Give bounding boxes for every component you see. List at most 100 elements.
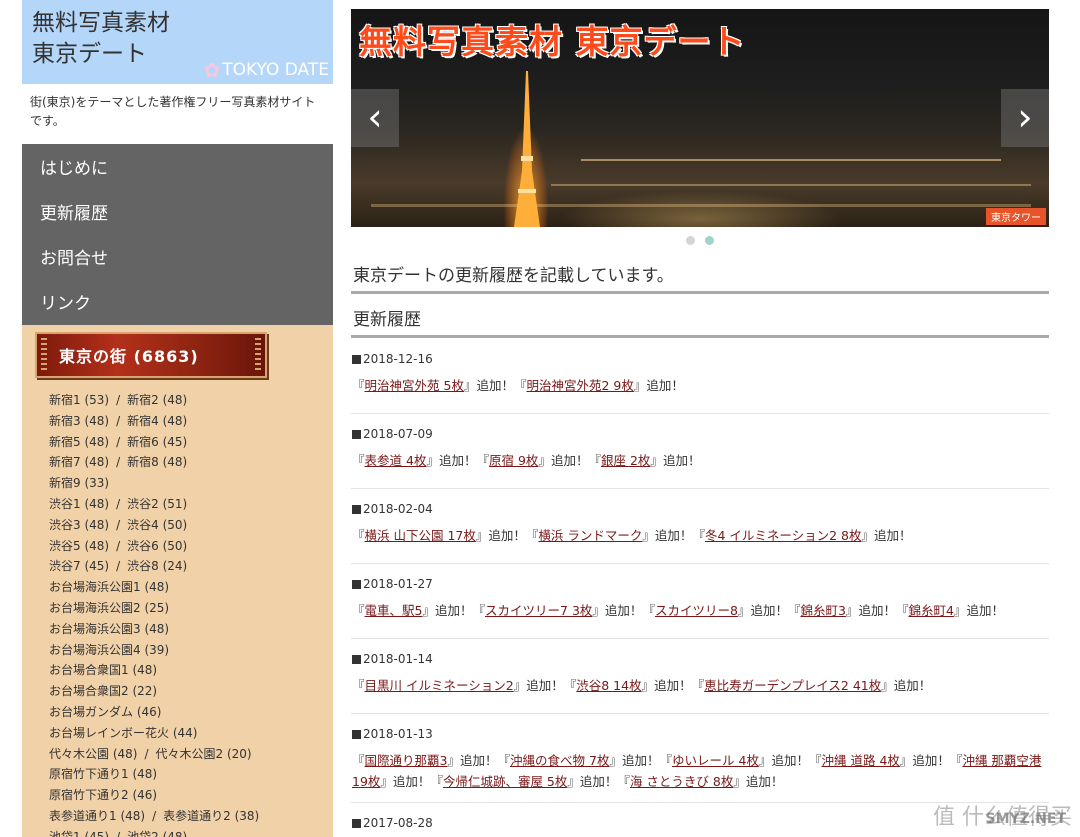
category-link[interactable]: 新宿8 (48) [127,455,187,469]
update-link[interactable]: 表参道 4枚 [365,453,427,468]
nav-item-intro[interactable]: はじめに [22,149,333,194]
category-link[interactable]: 新宿5 (48) [49,435,109,449]
update-suffix: 追加！ [858,603,896,618]
category-link[interactable]: お台場海浜公園1 (48) [49,580,169,594]
update-link[interactable]: 冬4 イルミネーション2 8枚 [705,528,862,543]
category-link[interactable]: 新宿4 (48) [127,414,187,428]
nav-item-contact[interactable]: お問合せ [22,239,333,284]
category-link[interactable]: 渋谷6 (50) [127,539,187,553]
category-link[interactable]: 表参道通り1 (48) [49,809,145,823]
slide-title: 無料写真素材 東京デート [359,22,746,61]
category-list: 新宿1 (53) / 新宿2 (48) 新宿3 (48) / 新宿4 (48) 新宿5 (4… [22,390,333,837]
category-row: 新宿1 (53) / 新宿2 (48) [49,390,333,411]
separator: / [144,746,149,761]
update-suffix: 追加！ [912,753,950,768]
category-link[interactable]: 渋谷4 (50) [127,518,187,532]
main-nav: はじめに 更新履歴 お問合せ リンク [22,144,333,325]
update-list: 2018-12-16 『明治神宮外苑 5枚』追加！『明治神宮外苑2 9枚』追加！ 2… [351,339,1049,837]
update-suffix: 追加！ [966,603,1004,618]
update-body: 『国際通り那覇3』追加！『沖縄の食べ物 7枚』追加！『ゆいレール 4枚』追加！『… [352,753,1042,789]
category-link[interactable]: 新宿2 (48) [127,393,187,407]
category-link[interactable]: 渋谷8 (24) [127,559,187,573]
update-link[interactable]: 海 さとうきび 8枚 [630,774,733,789]
update-entry: 2018-07-09 『表参道 4枚』追加！『原宿 9枚』追加！『銀座 2枚』追加… [351,414,1049,489]
slider-next-button[interactable]: › [1001,89,1049,147]
category-link[interactable]: 渋谷2 (51) [127,497,187,511]
category-link[interactable]: 池袋2 (48) [127,830,187,837]
update-date-text: 2018-12-16 [363,352,433,366]
category-link[interactable]: 渋谷1 (48) [49,497,109,511]
update-link[interactable]: 電車、駅5 [365,603,423,618]
category-link[interactable]: 新宿3 (48) [49,414,109,428]
update-link[interactable]: 原宿 9枚 [489,453,538,468]
update-link[interactable]: 横浜 ランドマーク [538,528,642,543]
update-date-text: 2018-02-04 [363,502,433,516]
update-link[interactable]: ゆいレール 4枚 [672,753,759,768]
update-link[interactable]: 恵比寿ガーデンプレイス2 41枚 [704,678,881,693]
category-link[interactable]: お台場合衆国2 (22) [49,684,157,698]
update-link[interactable]: 今帰仁城跡、審屋 5枚 [443,774,567,789]
category-link[interactable]: 新宿6 (45) [127,435,187,449]
category-link[interactable]: 池袋1 (45) [49,830,109,837]
update-link[interactable]: 沖縄 道路 4枚 [822,753,900,768]
category-row: 新宿5 (48) / 新宿6 (45) [49,432,333,453]
update-link[interactable]: スカイツリー7 3枚 [485,603,592,618]
update-link[interactable]: 錦糸町4 [908,603,953,618]
separator: / [116,496,121,511]
slider-dot-1[interactable] [686,236,695,245]
category-link[interactable]: お台場レインボー花火 (44) [49,726,197,740]
category-link[interactable]: 新宿9 (33) [49,476,109,490]
update-entry: 2018-02-04 『横浜 山下公園 17枚』追加！『横浜 ランドマーク』追加！… [351,489,1049,564]
section-title: 更新履歴 [351,306,1049,338]
category-row: 原宿竹下通り2 (46) [49,785,333,806]
category-row: 新宿3 (48) / 新宿4 (48) [49,411,333,432]
update-link[interactable]: 銀座 2枚 [601,453,650,468]
photo-slider: 無料写真素材 東京デート ‹ › 東京タワー [351,9,1049,227]
nav-item-links[interactable]: リンク [22,284,333,329]
update-date: 2018-02-04 [352,499,1049,519]
update-link[interactable]: 国際通り那覇3 [365,753,448,768]
category-row: お台場海浜公園3 (48) [49,619,333,640]
category-link[interactable]: 原宿竹下通り2 (46) [49,788,157,802]
separator: / [116,393,121,407]
update-link[interactable]: 沖縄の食べ物 7枚 [510,753,609,768]
category-link[interactable]: 代々木公園2 (20) [156,747,252,761]
update-body: 『電車、駅5』追加！『スカイツリー7 3枚』追加！『スカイツリー8』追加！『錦糸… [352,603,1004,618]
update-entry: 2018-01-13 『国際通り那覇3』追加！『沖縄の食べ物 7枚』追加！『ゆいレ… [351,714,1049,803]
update-suffix: 追加！ [392,774,431,789]
update-suffix: 追加！ [438,453,477,468]
category-link[interactable]: 渋谷5 (48) [49,539,109,553]
update-link[interactable]: 錦糸町3 [800,603,845,618]
update-body: 『目黒川 イルミネーション2』追加！『渋谷8 14枚』追加！『恵比寿ガーデンプレ… [352,678,932,693]
category-link[interactable]: お台場合衆国1 (48) [49,663,157,677]
category-link[interactable]: 新宿1 (53) [49,393,109,407]
slider-prev-button[interactable]: ‹ [351,89,399,147]
update-link[interactable]: 渋谷8 14枚 [576,678,641,693]
sidebar: 無料写真素材 東京デート ✿ TOKYO DATE 街(東京)をテーマとした著作… [22,0,333,837]
slider-dot-2[interactable] [705,236,714,245]
update-body: 『明治神宮外苑 5枚』追加！『明治神宮外苑2 9枚』追加！ [352,378,684,393]
update-link[interactable]: 明治神宮外苑2 9枚 [527,378,634,393]
update-suffix: 追加！ [893,678,932,693]
category-link[interactable]: 新宿7 (48) [49,455,109,469]
category-link[interactable]: お台場海浜公園3 (48) [49,622,169,636]
category-link[interactable]: 表参道通り2 (38) [163,809,259,823]
category-link[interactable]: 代々木公園 (48) [49,747,137,761]
category-link[interactable]: 渋谷7 (45) [49,559,109,573]
category-link[interactable]: お台場海浜公園4 (39) [49,643,169,657]
category-row: お台場海浜公園2 (25) [49,598,333,619]
category-link[interactable]: お台場ガンダム (46) [49,705,161,719]
update-link[interactable]: スカイツリー8 [655,603,738,618]
site-logo[interactable]: 無料写真素材 東京デート ✿ TOKYO DATE [22,0,333,84]
square-bullet-icon [352,354,361,364]
category-link[interactable]: お台場海浜公園2 (25) [49,601,169,615]
update-link[interactable]: 目黒川 イルミネーション2 [365,678,514,693]
square-bullet-icon [352,729,361,739]
category-link[interactable]: 渋谷3 (48) [49,518,109,532]
nav-item-history[interactable]: 更新履歴 [22,194,333,239]
update-link[interactable]: 明治神宮外苑 5枚 [365,378,464,393]
update-link[interactable]: 横浜 山下公園 17枚 [365,528,476,543]
category-row: お台場合衆国2 (22) [49,681,333,702]
category-row: お台場海浜公園1 (48) [49,577,333,598]
category-link[interactable]: 原宿竹下通り1 (48) [49,767,157,781]
